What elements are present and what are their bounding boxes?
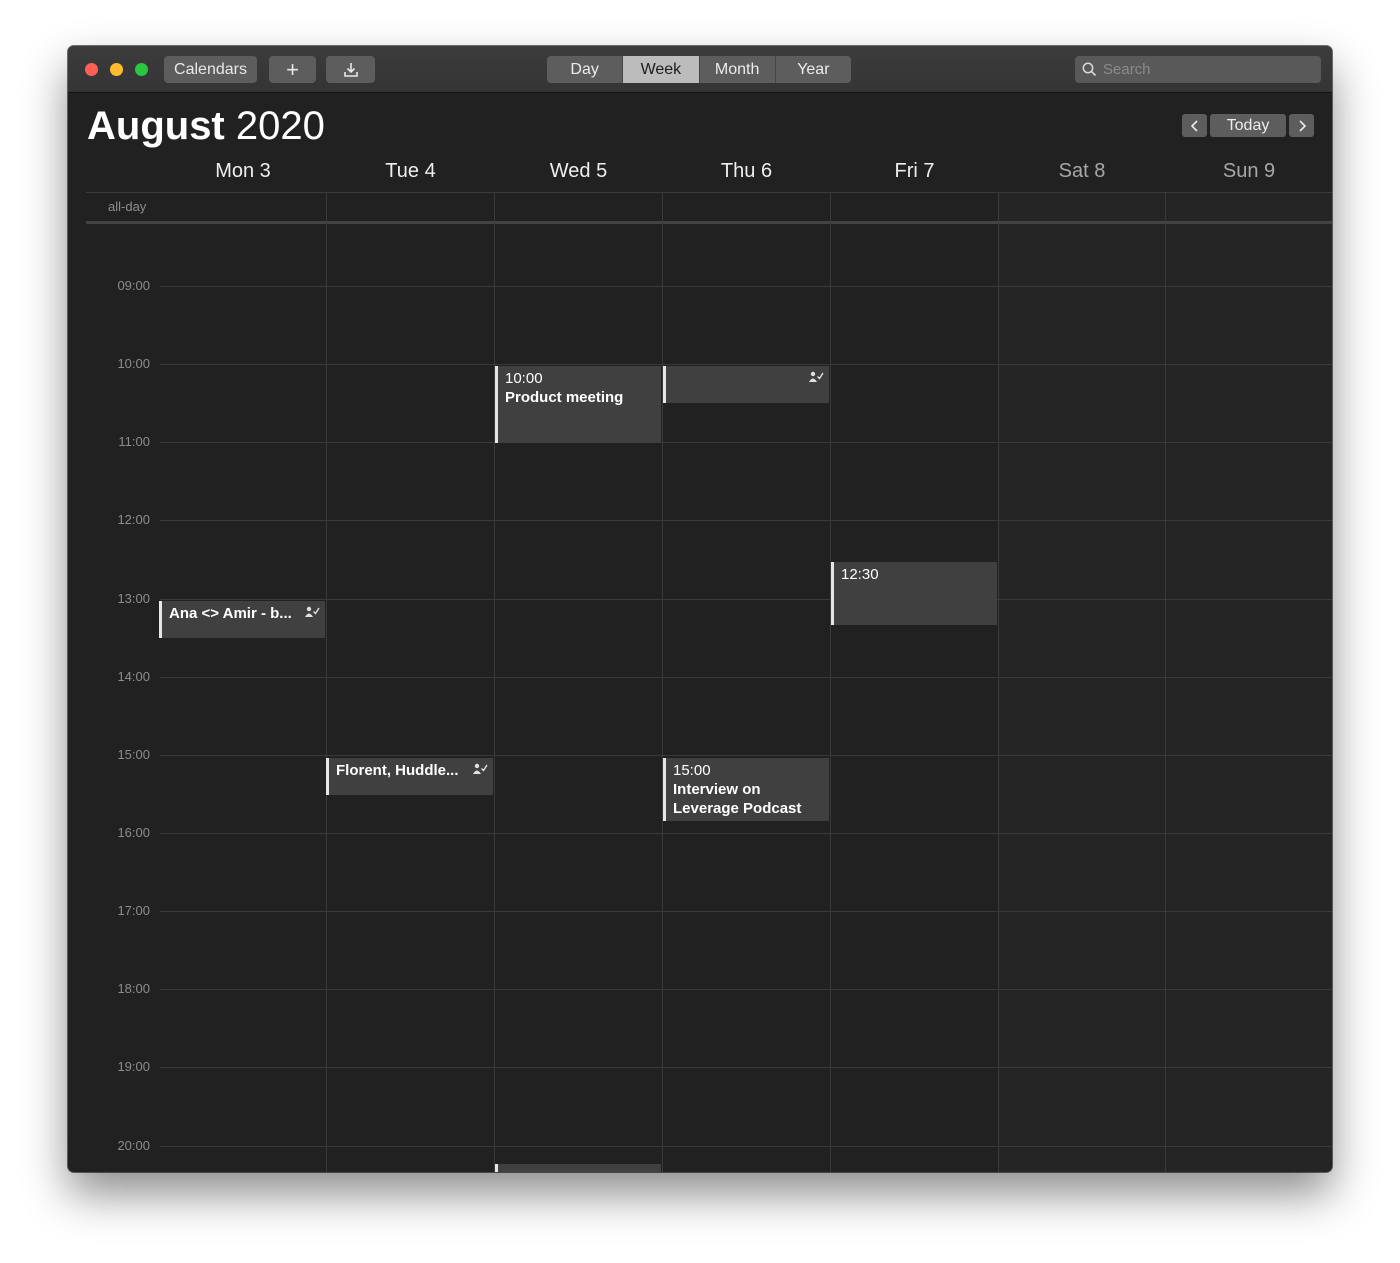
event-title: Product meeting	[505, 389, 624, 406]
day-header-fri: Fri 7	[894, 160, 935, 182]
hour-label: 13:00	[117, 591, 150, 606]
minimize-window-button[interactable]	[110, 63, 123, 76]
view-tab-week[interactable]: Week	[623, 56, 700, 83]
view-tab-month[interactable]: Month	[700, 56, 776, 83]
day-header-sat: Sat 8	[1058, 160, 1106, 182]
event-evening-partial[interactable]	[495, 1164, 661, 1172]
day-header-sun: Sun 9	[1222, 160, 1276, 182]
hour-line	[160, 677, 1332, 678]
hour-line	[160, 989, 1332, 990]
day-separator	[494, 192, 495, 1172]
hour-line	[160, 1067, 1332, 1068]
hour-line	[160, 911, 1332, 912]
previous-week-button[interactable]	[1182, 114, 1207, 137]
hour-line	[160, 520, 1332, 521]
download-icon	[343, 62, 358, 77]
toolbar: Calendars + Day Week Month Year	[68, 46, 1332, 93]
event-fri-1230[interactable]: 12:30	[831, 562, 997, 625]
search-box	[1075, 56, 1321, 83]
event-title: Interview on Leverage Podcast	[673, 781, 802, 817]
year-value: 2020	[235, 104, 325, 148]
search-icon	[1082, 62, 1097, 77]
chevron-right-icon	[1298, 119, 1306, 132]
hour-line	[160, 286, 1332, 287]
hour-label: 17:00	[117, 903, 150, 918]
header-divider	[86, 192, 1332, 193]
view-switcher: Day Week Month Year	[547, 56, 851, 83]
today-label: Today	[1226, 116, 1270, 134]
hour-label: 16:00	[117, 825, 150, 840]
invite-accepted-icon	[305, 606, 320, 617]
event-interview-podcast[interactable]: 15:00 Interview on Leverage Podcast	[663, 758, 829, 821]
hour-line	[160, 755, 1332, 756]
page-title: August 2020	[87, 102, 325, 150]
hour-label: 15:00	[117, 747, 150, 762]
hour-label: 12:00	[117, 512, 150, 527]
hour-line	[160, 599, 1332, 600]
calendar-window: Calendars + Day Week Month Year August 2…	[68, 46, 1332, 1172]
today-button[interactable]: Today	[1210, 114, 1286, 137]
event-title: Florent, Huddle...	[336, 762, 459, 779]
day-header-wed: Wed 5	[549, 160, 608, 182]
day-separator	[326, 192, 327, 1172]
all-day-divider	[86, 221, 1332, 224]
plus-icon: +	[286, 56, 299, 82]
day-separator	[1165, 192, 1166, 1172]
day-header-thu: Thu 6	[720, 160, 773, 182]
hour-line	[160, 364, 1332, 365]
month-name: August	[87, 104, 225, 148]
view-tab-day[interactable]: Day	[547, 56, 624, 83]
hour-label: 14:00	[117, 669, 150, 684]
event-thu-morning[interactable]	[663, 366, 829, 403]
day-separator	[998, 192, 999, 1172]
hour-label: 19:00	[117, 1059, 150, 1074]
hour-label: 20:00	[117, 1138, 150, 1153]
day-separator	[662, 192, 663, 1172]
hour-line	[160, 442, 1332, 443]
import-button[interactable]	[326, 56, 375, 83]
hour-label: 09:00	[117, 278, 150, 293]
day-separator	[830, 192, 831, 1172]
all-day-label: all-day	[108, 199, 147, 214]
event-title: Ana <> Amir - b...	[169, 605, 292, 622]
invite-accepted-icon	[809, 371, 824, 382]
event-time: 12:30	[841, 566, 879, 583]
hour-label: 18:00	[117, 981, 150, 996]
hour-label: 10:00	[117, 356, 150, 371]
search-input[interactable]	[1103, 56, 1313, 83]
chevron-left-icon	[1190, 119, 1198, 132]
event-time: 15:00	[673, 762, 711, 779]
event-florent-huddle[interactable]: Florent, Huddle...	[326, 758, 493, 795]
event-product-meeting[interactable]: 10:00 Product meeting	[495, 366, 661, 443]
hour-label: 11:00	[118, 434, 150, 449]
add-event-button[interactable]: +	[269, 56, 316, 83]
zoom-window-button[interactable]	[135, 63, 148, 76]
hour-line	[160, 833, 1332, 834]
next-week-button[interactable]	[1289, 114, 1314, 137]
hour-line	[160, 1146, 1332, 1147]
day-header-tue: Tue 4	[385, 160, 436, 182]
day-header-mon: Mon 3	[215, 160, 271, 182]
event-time: 10:00	[505, 370, 543, 387]
calendars-label: Calendars	[174, 60, 247, 78]
view-tab-year[interactable]: Year	[776, 56, 851, 83]
event-ana-amir[interactable]: Ana <> Amir - b...	[159, 601, 325, 638]
close-window-button[interactable]	[85, 63, 98, 76]
calendars-button[interactable]: Calendars	[164, 56, 257, 83]
invite-accepted-icon	[473, 763, 488, 774]
